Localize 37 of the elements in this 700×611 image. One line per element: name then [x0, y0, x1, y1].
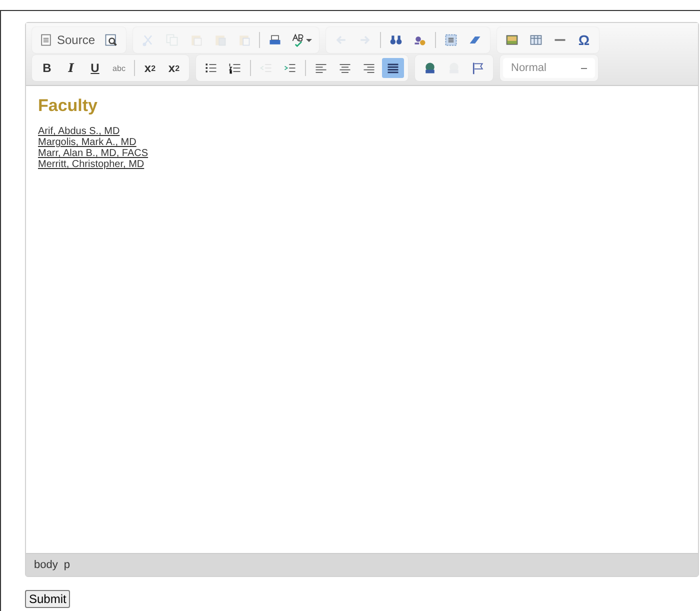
element-path-item[interactable]: body [34, 559, 58, 571]
indent-icon [283, 61, 297, 75]
heading: Faculty [38, 96, 98, 116]
justify-icon [386, 61, 400, 75]
binoculars-icon [389, 33, 404, 47]
format-button[interactable]: I [60, 58, 82, 78]
faculty-link[interactable]: Merritt, Christopher, MD [38, 159, 144, 170]
source-button[interactable]: Source [36, 30, 98, 50]
clipboard-icon [213, 33, 228, 47]
clipboard-icon [189, 33, 204, 47]
align-left-icon [314, 61, 328, 75]
format-button[interactable]: abc [108, 58, 130, 78]
faculty-link[interactable]: Marr, Alan B., MD, FACS [38, 148, 148, 159]
table-icon [529, 33, 544, 47]
submit-button[interactable]: Submit [25, 590, 70, 608]
spellcheck-icon [291, 33, 306, 47]
flag-icon [471, 61, 485, 75]
format-button[interactable]: B [36, 58, 58, 78]
page-icon [39, 33, 53, 47]
faculty-link[interactable]: Arif, Abdus S., MD [38, 126, 120, 137]
element-path-item[interactable]: p [64, 559, 70, 571]
toolbar-button[interactable] [382, 58, 404, 78]
format-button[interactable]: Ω [573, 30, 596, 50]
format-dropdown[interactable]: Normal [503, 58, 595, 78]
preview-icon [104, 33, 118, 47]
image-icon [505, 33, 520, 47]
outdent-icon [259, 61, 273, 75]
printer-icon [268, 33, 282, 47]
faculty-link[interactable]: Margolis, Mark A., MD [38, 137, 136, 148]
format-button[interactable]: x$^{2}$ [163, 58, 185, 78]
align-center-icon [338, 61, 352, 75]
format-button[interactable]: U [84, 58, 106, 78]
align-right-icon [362, 61, 376, 75]
numbered-list-icon [228, 61, 242, 75]
bullet-list-icon [204, 61, 218, 75]
clipboard-icon [237, 33, 252, 47]
select-all-icon [444, 33, 458, 47]
